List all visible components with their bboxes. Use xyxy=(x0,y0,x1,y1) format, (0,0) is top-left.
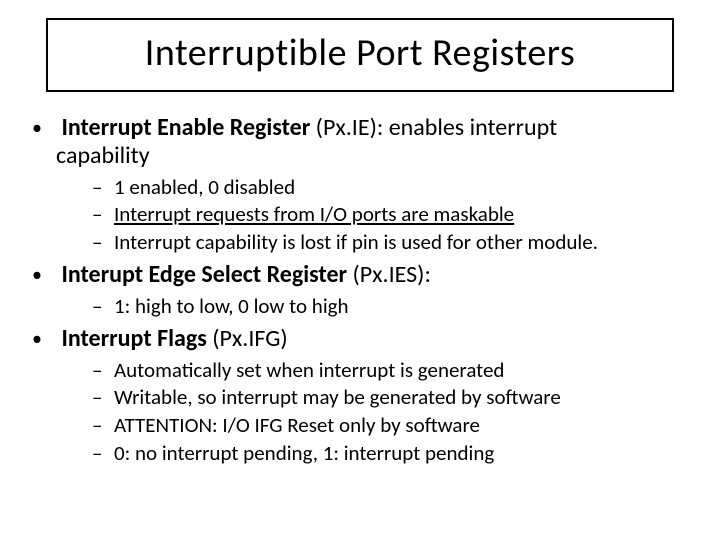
sub-text: Writable, so interrupt may be generated … xyxy=(114,384,561,410)
bullet-continuation: capability xyxy=(56,142,692,170)
sub-item: Interrupt requests from I/O ports are ma… xyxy=(92,202,692,228)
sub-list: 1 enabled, 0 disabled Interrupt requests… xyxy=(92,175,692,256)
sub-item: ATTENTION: I/O IFG Reset only by softwar… xyxy=(92,413,692,439)
sub-text: 0: no interrupt pending, 1: interrupt pe… xyxy=(114,440,494,466)
sub-item: Interrupt capability is lost if pin is u… xyxy=(92,230,692,256)
sub-text: Automatically set when interrupt is gene… xyxy=(114,357,504,383)
sub-item: Automatically set when interrupt is gene… xyxy=(92,358,692,384)
sub-list: Automatically set when interrupt is gene… xyxy=(92,358,692,466)
sub-text: Interrupt requests from I/O ports are ma… xyxy=(114,201,514,227)
bullet-item: Interrupt Enable Register (Px.IE): enabl… xyxy=(28,114,692,255)
sub-text: 1: high to low, 0 low to high xyxy=(114,293,349,319)
bullet-after: (Px.IFG) xyxy=(207,324,288,353)
sub-list: 1: high to low, 0 low to high xyxy=(92,294,692,320)
sub-item: 1 enabled, 0 disabled xyxy=(92,175,692,201)
bullet-strong: Interupt Edge Select Register xyxy=(61,260,347,289)
bullet-after: (Px.IE): enables interrupt xyxy=(310,113,557,142)
bullet-list: Interrupt Enable Register (Px.IE): enabl… xyxy=(28,114,692,466)
bullet-strong: Interrupt Enable Register xyxy=(61,113,310,142)
bullet-item: Interrupt Flags (Px.IFG) Automatically s… xyxy=(28,325,692,466)
sub-item: 1: high to low, 0 low to high xyxy=(92,294,692,320)
bullet-strong: Interrupt Flags xyxy=(61,324,206,353)
sub-text: ATTENTION: I/O IFG Reset only by softwar… xyxy=(114,412,480,438)
bullet-after: (Px.IES): xyxy=(347,260,431,289)
sub-text: Interrupt capability is lost if pin is u… xyxy=(114,229,598,255)
bullet-item: Interupt Edge Select Register (Px.IES): … xyxy=(28,261,692,319)
slide-title: Interruptible Port Registers xyxy=(46,18,674,92)
sub-item: 0: no interrupt pending, 1: interrupt pe… xyxy=(92,441,692,467)
sub-text: 1 enabled, 0 disabled xyxy=(114,174,295,200)
sub-item: Writable, so interrupt may be generated … xyxy=(92,385,692,411)
